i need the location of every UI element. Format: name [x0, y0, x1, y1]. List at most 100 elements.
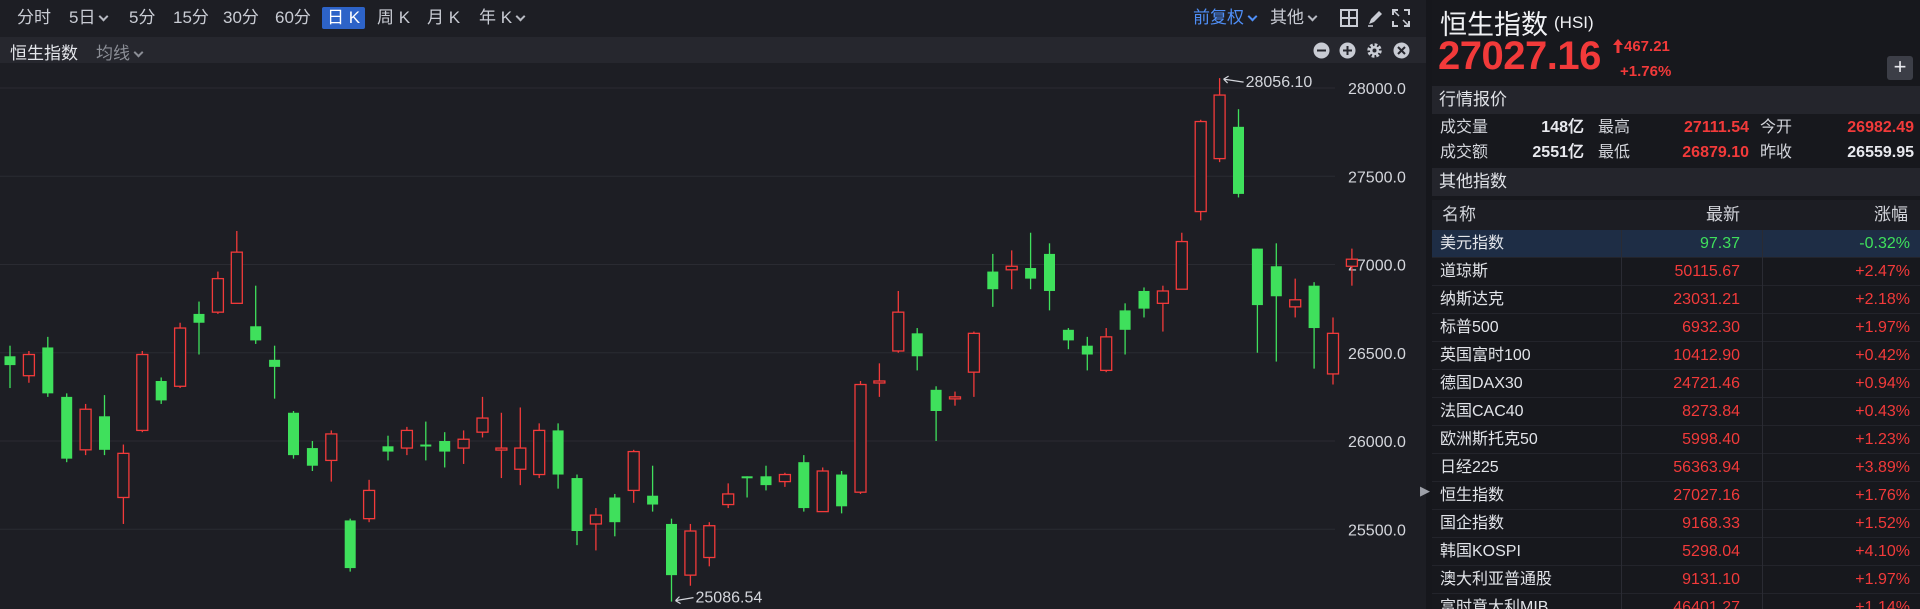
y-tick-label: 26500.0 [1348, 346, 1406, 363]
period-5min[interactable]: 5分 [124, 7, 160, 29]
fullscreen-icon[interactable] [1392, 9, 1410, 27]
ma-dropdown[interactable]: 均线 [96, 39, 144, 64]
period-weekly-k[interactable]: 周 K [372, 7, 415, 29]
zoom-in-icon[interactable] [1339, 42, 1356, 59]
index-row[interactable]: 富时意大利MIB 46401.27 +1.14% [1432, 594, 1920, 609]
index-name: 富时意大利MIB [1440, 599, 1549, 609]
stat-label: 今开 [1760, 119, 1793, 136]
stat-volume: 148亿 [1541, 119, 1584, 136]
candle-body [1062, 329, 1074, 341]
period-monthly-k[interactable]: 月 K [422, 7, 465, 29]
index-row[interactable]: 韩国KOSPI 5298.04 +4.10% [1432, 538, 1920, 566]
candle-body [816, 470, 829, 513]
index-last: 24721.46 [1673, 375, 1740, 392]
period-yearly-label: 年 K [479, 8, 513, 27]
collapse-panel-icon[interactable]: ▶ [1419, 478, 1431, 504]
index-row[interactable]: 英国富时100 10412.90 +0.42% [1432, 342, 1920, 370]
col-name: 名称 [1442, 205, 1476, 224]
index-name: 国企指数 [1440, 515, 1505, 532]
index-change: +0.42% [1855, 347, 1910, 364]
index-row[interactable]: 国企指数 9168.33 +1.52% [1432, 510, 1920, 538]
period-15min[interactable]: 15分 [168, 7, 214, 29]
index-row[interactable]: 标普500 6932.30 +1.97% [1432, 314, 1920, 342]
index-last: 10412.90 [1673, 347, 1740, 364]
other-indices-title: 其他指数 [1432, 168, 1920, 196]
candle-body [1345, 258, 1359, 267]
candle-body [382, 446, 394, 452]
index-row[interactable]: 恒生指数 27027.16 +1.76% [1432, 482, 1920, 510]
grid-layout-icon[interactable] [1340, 9, 1358, 27]
candle-body [760, 476, 772, 486]
index-last: 5298.04 [1682, 543, 1740, 560]
candle-body [627, 450, 640, 492]
index-row[interactable]: 道琼斯 50115.67 +2.47% [1432, 258, 1920, 286]
candle-body [1270, 266, 1282, 297]
chevron-down-icon [99, 11, 109, 22]
stat-prev-close: 26559.95 [1847, 144, 1914, 161]
stat-label: 最高 [1598, 119, 1631, 136]
price-adjust-dropdown[interactable]: 前复权 [1193, 7, 1258, 29]
chart-header: 恒生指数 均线 [0, 37, 1426, 63]
index-name: 恒生指数 [1440, 487, 1505, 504]
candlestick-chart[interactable]: 28000.027500.027000.026500.026000.025500… [0, 65, 1426, 609]
chart-title: 恒生指数 [10, 44, 78, 63]
candle-body [892, 311, 905, 352]
close-icon[interactable] [1393, 42, 1410, 59]
chevron-down-icon [1247, 11, 1258, 22]
settings-gear-icon[interactable] [1366, 42, 1383, 59]
candle-body [1251, 248, 1263, 306]
low-price-label: 25086.54 [696, 590, 763, 607]
stat-low: 26879.10 [1682, 144, 1749, 161]
index-row[interactable]: 纳斯达克 23031.21 +2.18% [1432, 286, 1920, 314]
zoom-out-icon[interactable] [1313, 42, 1330, 59]
add-watchlist-button[interactable]: + [1887, 56, 1913, 80]
index-name: 欧洲斯托克50 [1440, 431, 1538, 448]
y-tick-label: 28000.0 [1348, 81, 1406, 98]
index-last: 27027.16 [1673, 487, 1740, 504]
candle-body [1175, 240, 1188, 290]
index-row[interactable]: 德国DAX30 24721.46 +0.94% [1432, 370, 1920, 398]
period-60min[interactable]: 60分 [270, 7, 316, 29]
candle-body [533, 429, 546, 476]
index-last: 8273.84 [1682, 403, 1740, 420]
candle-body [1326, 332, 1340, 375]
candle-body [1156, 290, 1170, 304]
chart-panel: 分时 5日 5分 15分 30分 60分 日 K 周 K 月 K 年 K 前复权… [0, 0, 1426, 609]
pen-draw-icon[interactable] [1366, 9, 1384, 27]
candle-body [1289, 299, 1302, 308]
index-row[interactable]: 美元指数 97.37 -0.32% [1432, 230, 1920, 258]
period-5day[interactable]: 5日 [64, 7, 112, 29]
candle-body [1100, 336, 1113, 372]
index-row[interactable]: 欧洲斯托克50 5998.40 +1.23% [1432, 426, 1920, 454]
candle-body [647, 495, 659, 505]
period-yearly-k[interactable]: 年 K [474, 7, 529, 29]
index-last: 5998.40 [1682, 431, 1740, 448]
price-adjust-label: 前复权 [1193, 8, 1244, 27]
quote-price: 27027.16 [1438, 34, 1601, 78]
index-row[interactable]: 日经225 56363.94 +3.89% [1432, 454, 1920, 482]
candle-body [1005, 265, 1018, 271]
col-last: 最新 [1706, 205, 1740, 224]
index-change: +1.52% [1855, 515, 1910, 532]
candle-body [930, 389, 942, 411]
stat-label: 成交额 [1440, 144, 1489, 161]
other-dropdown[interactable]: 其他 [1270, 7, 1318, 29]
candle-body [61, 396, 73, 459]
candle-body [854, 383, 867, 493]
candle-body [4, 356, 16, 366]
candle-body [1081, 345, 1093, 355]
ma-label: 均线 [96, 44, 130, 63]
candle-body [269, 359, 281, 367]
candle-body [836, 474, 848, 507]
index-row[interactable]: 法国CAC40 8273.84 +0.43% [1432, 398, 1920, 426]
index-row[interactable]: 澳大利亚普通股 9131.10 +1.97% [1432, 566, 1920, 594]
period-30min[interactable]: 30分 [218, 7, 264, 29]
index-name: 德国DAX30 [1440, 375, 1523, 392]
period-intraday[interactable]: 分时 [12, 7, 56, 29]
quote-change-pct: +1.76% [1620, 63, 1672, 80]
candle-body [1025, 268, 1037, 279]
index-name: 日经225 [1440, 459, 1499, 476]
candle-body [136, 353, 149, 432]
period-daily-k[interactable]: 日 K [322, 7, 366, 29]
candle-body [1138, 290, 1150, 309]
